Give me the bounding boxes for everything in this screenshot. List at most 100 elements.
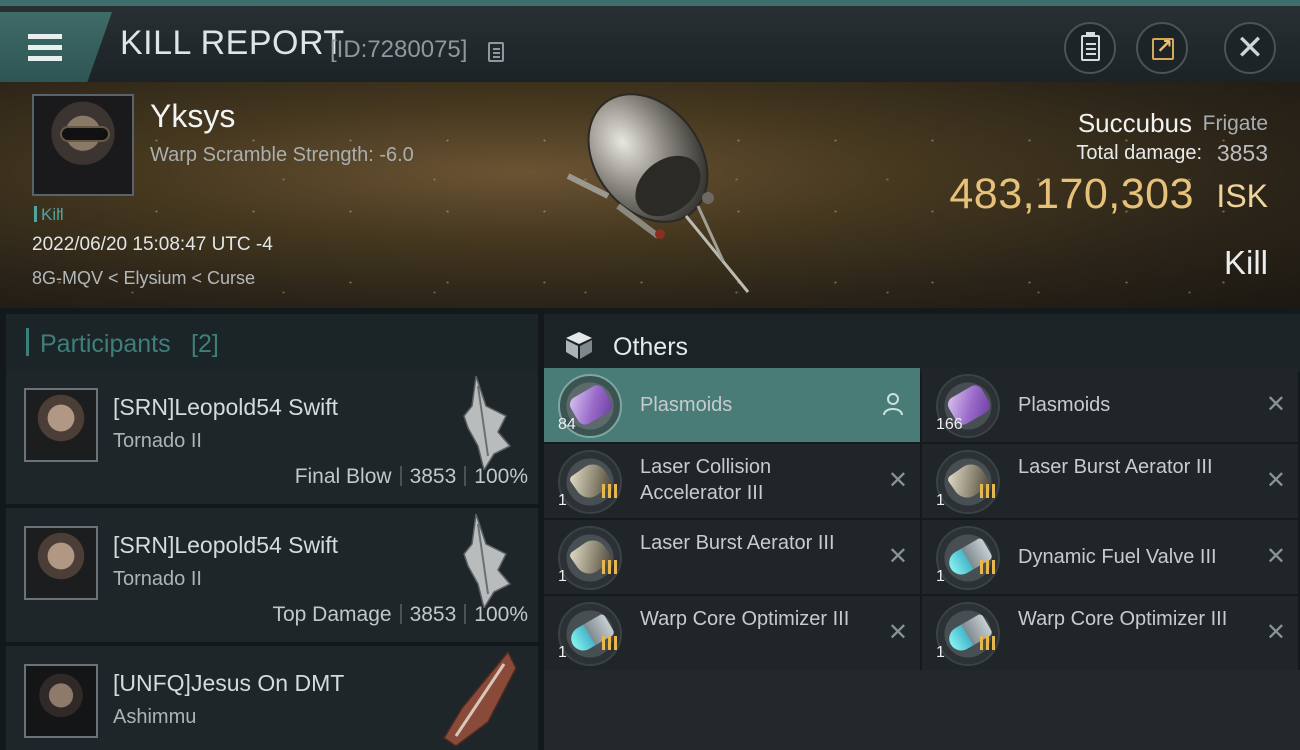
item-row[interactable]: 1 Laser Burst Aerator III ✕: [544, 520, 920, 594]
item-name: Laser Burst Aerator III: [640, 532, 835, 554]
tornado-ship-icon: [463, 514, 512, 608]
tech-three-icon: [602, 484, 620, 498]
menu-button[interactable]: [0, 12, 112, 82]
item-quantity: 1: [936, 644, 945, 661]
item-row[interactable]: 1 Warp Core Optimizer III ✕: [922, 596, 1298, 670]
participant-damage: 3853: [409, 603, 457, 626]
item-name: Dynamic Fuel Valve III: [1018, 546, 1217, 568]
close-icon: ✕: [1235, 29, 1265, 67]
participant-stats: Top Damage 3853 100%: [272, 603, 528, 627]
goggles-shape: [60, 126, 110, 142]
page-title: KILL REPORT: [120, 24, 345, 62]
dropped-x-icon: ✕: [1265, 543, 1286, 570]
item-name: Plasmoids: [1018, 394, 1111, 416]
tech-three-icon: [602, 560, 620, 574]
fuel-valve-icon: [936, 526, 1000, 590]
participant-percent: 100%: [474, 603, 528, 626]
others-empty-area: [544, 670, 1300, 750]
menu-icon: [28, 34, 62, 62]
item-quantity: 1: [558, 492, 567, 509]
participant-name: [SRN]Leopold54 Swift: [113, 394, 339, 420]
victim-portrait[interactable]: [32, 94, 134, 196]
item-quantity: 1: [558, 568, 567, 585]
participant-ship: Ashimmu: [113, 706, 197, 728]
participant-portrait[interactable]: [24, 526, 98, 600]
item-quantity: 1: [936, 492, 945, 509]
others-panel: Others 84 Plasmoids 166 Plasmoids ✕ 1 La…: [544, 308, 1300, 750]
cube-icon: [566, 332, 592, 359]
participant-portrait[interactable]: [24, 664, 98, 738]
dropped-x-icon: ✕: [1265, 391, 1286, 418]
tech-three-icon: [980, 560, 998, 574]
kill-tag: Kill: [34, 205, 64, 225]
item-name: Laser Collision Accelerator III: [640, 456, 772, 504]
others-header: Others: [544, 314, 1300, 372]
item-quantity: 1: [936, 568, 945, 585]
participants-title: Participants: [40, 330, 171, 358]
clipboard-button[interactable]: [1064, 22, 1116, 74]
laser-module-icon: [936, 450, 1000, 514]
item-row[interactable]: 1 Laser Collision Accelerator III ✕: [544, 444, 920, 518]
title-bar: KILL REPORT [ID:7280075] ✕: [0, 0, 1300, 82]
item-row[interactable]: 1 Laser Burst Aerator III ✕: [922, 444, 1298, 518]
report-id: [ID:7280075]: [330, 36, 468, 63]
item-quantity: 1: [558, 644, 567, 661]
copy-id-icon[interactable]: [488, 42, 504, 62]
item-row[interactable]: 166 Plasmoids ✕: [922, 368, 1298, 442]
tech-three-icon: [602, 636, 620, 650]
item-quantity: 166: [936, 416, 963, 433]
participant-percent: 100%: [474, 465, 528, 488]
item-row[interactable]: 1 Dynamic Fuel Valve III ✕: [922, 520, 1298, 594]
warp-scramble-strength: Warp Scramble Strength: -6.0: [150, 144, 414, 166]
item-row[interactable]: 84 Plasmoids: [544, 368, 920, 442]
participant-portrait[interactable]: [24, 388, 98, 462]
kill-datetime: 2022/06/20 15:08:47 UTC -4: [32, 234, 273, 255]
laser-module-icon: [558, 526, 622, 590]
kill-summary: Yksys Warp Scramble Strength: -6.0 Kill …: [0, 82, 1300, 308]
dropped-x-icon: ✕: [1265, 619, 1286, 646]
result-label: Kill: [1223, 244, 1268, 281]
ashimmu-ship-icon: [442, 652, 517, 746]
total-damage-value: 3853: [1216, 140, 1268, 166]
dropped-x-icon: ✕: [1265, 467, 1286, 494]
participants-panel: Participants [2] [SRN]Leopold54 Swift To…: [0, 308, 544, 750]
item-name: Laser Burst Aerator III: [1018, 456, 1213, 478]
dropped-x-icon: ✕: [887, 619, 908, 646]
victim-name[interactable]: Yksys: [150, 98, 235, 135]
kill-location[interactable]: 8G-MQV < Elysium < Curse: [32, 268, 255, 289]
share-icon: [1152, 34, 1174, 60]
share-button[interactable]: [1136, 22, 1188, 74]
victim-ship-name[interactable]: Succubus: [1078, 108, 1192, 139]
warp-core-icon: [558, 602, 622, 666]
dropped-x-icon: ✕: [887, 543, 908, 570]
close-button[interactable]: ✕: [1224, 22, 1276, 74]
warp-core-icon: [936, 602, 1000, 666]
participant-ship: Tornado II: [113, 430, 202, 452]
victim-ship-image[interactable]: [548, 86, 768, 298]
participant-damage: 3853: [409, 465, 457, 488]
participant-card[interactable]: [SRN]Leopold54 Swift Tornado II Final Bl…: [6, 370, 538, 504]
laser-module-icon: [558, 450, 622, 514]
item-name: Plasmoids: [640, 394, 733, 416]
item-row[interactable]: 1 Warp Core Optimizer III ✕: [544, 596, 920, 670]
isk-unit: ISK: [1216, 178, 1268, 214]
participant-stats: Final Blow 3853 100%: [295, 465, 528, 489]
tech-three-icon: [980, 636, 998, 650]
participant-name: [SRN]Leopold54 Swift: [113, 532, 339, 558]
participant-role: Final Blow: [294, 465, 392, 488]
item-name: Warp Core Optimizer III: [640, 608, 850, 630]
participants-count: [2]: [191, 330, 219, 358]
user-icon[interactable]: [882, 392, 904, 416]
participants-header: Participants [2]: [6, 314, 538, 372]
participant-card[interactable]: [SRN]Leopold54 Swift Tornado II Top Dama…: [6, 508, 538, 642]
header-accent-bar: [26, 328, 29, 356]
victim-ship-class: Frigate: [1202, 112, 1268, 135]
total-damage-label: Total damage:: [1076, 142, 1202, 164]
item-quantity: 84: [558, 416, 576, 433]
dropped-x-icon: ✕: [887, 467, 908, 494]
tornado-ship-icon: [463, 376, 512, 470]
participant-role: Top Damage: [272, 603, 392, 626]
clipboard-icon: [1081, 32, 1100, 61]
participant-card[interactable]: [UNFQ]Jesus On DMT Ashimmu: [6, 646, 538, 750]
participant-ship: Tornado II: [113, 568, 202, 590]
